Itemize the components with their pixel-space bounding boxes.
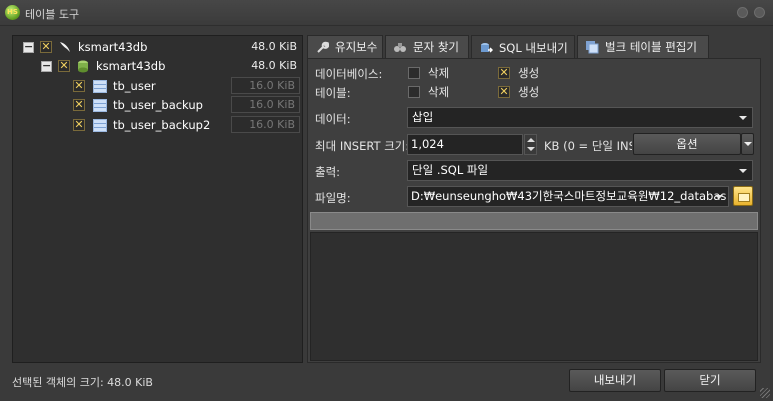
tab-sql-export[interactable]: SQL 내보내기 — [471, 35, 575, 59]
table-checkbox[interactable]: ✕ — [73, 99, 85, 111]
db-checkbox[interactable]: ✕ — [58, 60, 70, 72]
max-insert-size-input[interactable]: 1,024 — [407, 134, 523, 155]
selected-size-status: 선택된 객체의 크기: 48.0 KiB — [12, 376, 153, 389]
table-checkbox[interactable]: ✕ — [73, 119, 85, 131]
tree-db-row[interactable]: − ✕ ksmart43db — [41, 57, 165, 75]
max-insert-spinner[interactable] — [524, 134, 537, 155]
output-select[interactable]: 단일 .SQL 파일 — [407, 160, 753, 181]
tree-db-label: ksmart43db — [96, 59, 166, 73]
export-button[interactable]: 내보내기 — [569, 369, 661, 392]
close-window-button[interactable] — [754, 7, 765, 18]
table-create-checkbox[interactable]: ✕ — [498, 86, 510, 98]
sql-export-icon — [478, 40, 493, 55]
object-tree-panel: − ✕ ksmart43db 48.0 KiB − ✕ ksmart43db 4… — [12, 35, 303, 363]
tree-table-row[interactable]: ✕ tb_user_backup — [73, 96, 203, 114]
title-bar: HS 테이블 도구 — [0, 0, 773, 26]
collapse-root-icon[interactable]: − — [23, 41, 34, 53]
table-drop-option[interactable]: ✕ 삭제 — [408, 84, 449, 100]
filename-label: 파일명: — [315, 191, 351, 205]
table-icon — [93, 79, 107, 93]
database-icon — [78, 60, 88, 73]
tab-maintenance[interactable]: 유지보수 — [307, 35, 383, 58]
table-label: tb_user_backup2 — [113, 118, 211, 132]
options-dropdown-button[interactable] — [741, 133, 754, 155]
tree-root-row[interactable]: − ✕ ksmart43db — [23, 38, 147, 56]
spin-up-icon[interactable] — [527, 138, 535, 142]
table-checkbox[interactable]: ✕ — [73, 80, 85, 92]
chevron-down-icon — [739, 169, 747, 173]
wrench-icon — [314, 40, 329, 55]
binoculars-icon — [392, 40, 407, 55]
chevron-down-icon — [739, 116, 747, 120]
options-button[interactable]: 옵션 — [633, 133, 741, 155]
export-progress-bar — [310, 212, 758, 230]
max-insert-unit-text: KB (0 = 단일 INS — [544, 139, 632, 153]
max-insert-label: 최대 INSERT 크기: — [315, 139, 410, 153]
tab-find-text[interactable]: 문자 찾기 — [385, 35, 469, 58]
bulk-table-icon — [584, 40, 599, 55]
table-size: 16.0 KiB — [231, 116, 300, 133]
chevron-down-icon — [744, 142, 752, 146]
data-mode-select[interactable]: 삽입 — [407, 107, 753, 128]
table-size: 16.0 KiB — [231, 77, 300, 94]
server-dolphin-icon — [60, 42, 70, 52]
table-label: tb_user — [113, 79, 156, 93]
tree-root-size: 48.0 KiB — [251, 40, 297, 53]
sql-export-panel: 데이터베이스: ✕ 삭제 ✕ 생성 테이블: ✕ 삭제 ✕ 생성 데이터: 삽입… — [307, 58, 761, 363]
tree-root-label: ksmart43db — [78, 40, 148, 54]
tree-table-row[interactable]: ✕ tb_user_backup2 — [73, 116, 210, 134]
export-log-area — [310, 232, 758, 361]
tree-table-row[interactable]: ✕ tb_user — [73, 77, 156, 95]
table-icon — [93, 98, 107, 112]
spin-down-icon[interactable] — [527, 147, 535, 151]
root-checkbox[interactable]: ✕ — [40, 41, 52, 53]
database-create-checkbox[interactable]: ✕ — [498, 67, 510, 79]
resize-grip-icon[interactable] — [760, 388, 770, 398]
window-title: 테이블 도구 — [25, 8, 80, 21]
database-create-option[interactable]: ✕ 생성 — [498, 65, 539, 81]
help-window-button[interactable] — [737, 7, 748, 18]
table-options-label: 테이블: — [315, 86, 351, 100]
database-options-label: 데이터베이스: — [315, 67, 383, 81]
browse-folder-icon[interactable] — [733, 186, 753, 206]
table-label: tb_user_backup — [113, 98, 203, 112]
tree-db-size: 48.0 KiB — [251, 59, 297, 72]
tab-bulk-table-editor[interactable]: 벌크 테이블 편집기 — [577, 35, 709, 58]
output-label: 출력: — [315, 165, 341, 179]
table-size: 16.0 KiB — [231, 96, 300, 113]
database-drop-option[interactable]: ✕ 삭제 — [408, 65, 449, 81]
data-label: 데이터: — [315, 112, 351, 126]
app-logo-icon: HS — [5, 5, 20, 20]
filename-input[interactable]: D:₩eunseungho₩43기한국스마트정보교육원₩12_databas — [407, 186, 729, 207]
table-create-option[interactable]: ✕ 생성 — [498, 84, 539, 100]
table-icon — [93, 118, 107, 132]
close-button[interactable]: 닫기 — [664, 369, 756, 392]
database-drop-checkbox[interactable]: ✕ — [408, 67, 420, 79]
chevron-down-icon[interactable] — [715, 195, 723, 199]
collapse-db-icon[interactable]: − — [41, 60, 52, 72]
table-drop-checkbox[interactable]: ✕ — [408, 86, 420, 98]
